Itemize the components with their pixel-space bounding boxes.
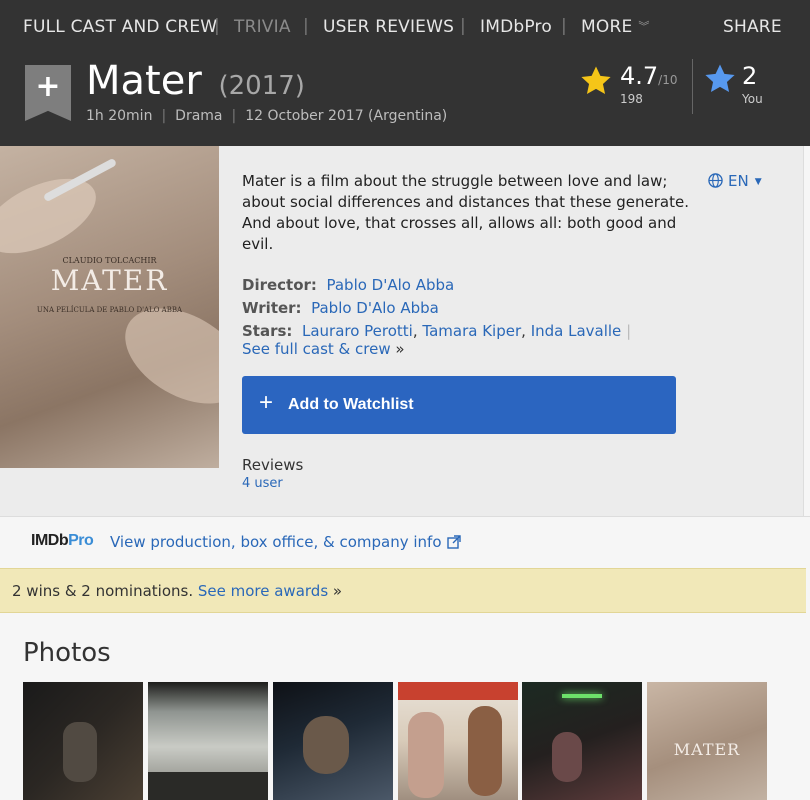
- plus-icon: +: [259, 389, 274, 416]
- add-to-watchlist-ribbon[interactable]: +: [25, 65, 71, 121]
- globe-icon: [708, 173, 723, 188]
- photo-thumbnail[interactable]: [148, 682, 268, 800]
- star-link[interactable]: Tamara Kiper: [422, 322, 521, 340]
- raquo-icon: »: [332, 582, 343, 600]
- add-to-watchlist-button[interactable]: + Add to Watchlist: [242, 376, 676, 434]
- logo-pro: Pro: [68, 532, 94, 549]
- title-bar: + Mater (2017) 1h 20min | Drama | 12 October…: [0, 54, 810, 146]
- your-rating-value: 2: [742, 62, 758, 90]
- nav-separator: |: [303, 16, 309, 36]
- photos-heading: Photos: [23, 638, 111, 668]
- awards-bar: 2 wins & 2 nominations. See more awards …: [0, 568, 806, 613]
- page-title: Mater (2017): [86, 58, 305, 104]
- imdbpro-logo: IMDbPro: [31, 532, 94, 550]
- rating-count: 198: [620, 92, 643, 106]
- your-star-icon: [705, 64, 735, 93]
- director-row: Director: Pablo D'Alo Abba: [242, 274, 672, 297]
- photo-thumbnail[interactable]: [23, 682, 143, 800]
- nav-separator: |: [561, 16, 567, 36]
- full-cast-link[interactable]: See full cast & crew: [242, 340, 391, 358]
- external-link-icon: [446, 535, 461, 549]
- credits: Director: Pablo D'Alo Abba Writer: Pablo…: [242, 274, 672, 361]
- nav-full-cast[interactable]: FULL CAST AND CREW: [23, 17, 217, 37]
- director-label: Director:: [242, 276, 317, 294]
- rating-divider: [692, 59, 693, 114]
- share-button[interactable]: SHARE: [723, 17, 782, 37]
- plot-summary: Mater is a film about the struggle betwe…: [242, 172, 689, 253]
- poster-art-hand: [0, 163, 108, 269]
- writer-label: Writer:: [242, 299, 302, 317]
- movie-title: Mater: [86, 58, 202, 104]
- runtime: 1h 20min: [86, 108, 153, 124]
- nav-imdbpro[interactable]: IMDbPro: [480, 17, 552, 37]
- imdbpro-link[interactable]: View production, box office, & company i…: [110, 533, 461, 551]
- see-more-awards-link[interactable]: See more awards: [198, 582, 328, 600]
- movie-poster[interactable]: CLAUDIO TOLCACHIR MATER UNA PELÍCULA DE …: [0, 146, 219, 468]
- nav-separator: |: [214, 16, 220, 36]
- nav-more-label: MORE: [581, 17, 633, 37]
- rating-value: 4.7/10: [620, 62, 677, 90]
- nav-user-reviews[interactable]: USER REVIEWS: [323, 17, 454, 37]
- awards-text: 2 wins & 2 nominations. See more awards …: [12, 582, 342, 600]
- language-selector[interactable]: EN ▼: [708, 172, 762, 190]
- user-reviews-link[interactable]: 4 user: [242, 476, 303, 491]
- poster-title: MATER: [50, 264, 169, 297]
- nav-more[interactable]: MORE ︾: [581, 17, 650, 37]
- writer-row: Writer: Pablo D'Alo Abba: [242, 297, 672, 320]
- release-date-link[interactable]: 12 October 2017 (Argentina): [245, 108, 447, 124]
- director-link[interactable]: Pablo D'Alo Abba: [326, 276, 454, 294]
- awards-summary: 2 wins & 2 nominations.: [12, 582, 194, 600]
- star-icon: [581, 66, 611, 95]
- rating-number: 4.7: [620, 62, 659, 90]
- nav-separator: |: [460, 16, 466, 36]
- imdbpro-link-label: View production, box office, & company i…: [110, 533, 442, 551]
- star-link[interactable]: Inda Lavalle: [531, 322, 622, 340]
- plus-icon: +: [35, 69, 61, 104]
- your-rating-label: You: [742, 92, 763, 106]
- language-code: EN: [728, 172, 749, 190]
- reviews-block: Reviews 4 user: [242, 456, 303, 491]
- writer-link[interactable]: Pablo D'Alo Abba: [311, 299, 439, 317]
- nav-trivia[interactable]: TRIVIA: [234, 17, 291, 37]
- overview-section: CLAUDIO TOLCACHIR MATER UNA PELÍCULA DE …: [0, 146, 804, 516]
- your-rating[interactable]: 2 You: [703, 62, 763, 106]
- imdbpro-strip: IMDbPro View production, box office, & c…: [0, 516, 810, 568]
- rating-max: /10: [658, 73, 678, 87]
- genre-link[interactable]: Drama: [175, 108, 222, 124]
- photo-thumbnail[interactable]: [398, 682, 518, 800]
- photo-thumbnail[interactable]: MATER: [647, 682, 767, 800]
- poster-subtitle: UNA PELÍCULA DE PABLO D'ALO ABBA: [36, 306, 183, 314]
- photo-thumbnail[interactable]: [522, 682, 642, 800]
- movie-year[interactable]: (2017): [218, 71, 304, 101]
- caret-down-icon: ▼: [754, 177, 762, 187]
- title-subtext: 1h 20min | Drama | 12 October 2017 (Argentin…: [86, 108, 448, 124]
- photo-thumbnail[interactable]: [273, 682, 393, 800]
- photos-section: Photos MATER: [0, 613, 810, 800]
- logo-imdb: IMDb: [31, 532, 69, 549]
- reviews-heading: Reviews: [242, 456, 304, 474]
- watchlist-label: Add to Watchlist: [288, 396, 414, 413]
- thumb-poster-title: MATER: [673, 740, 741, 759]
- chevron-down-icon: ︾: [638, 20, 650, 33]
- top-nav: FULL CAST AND CREW | TRIVIA | USER REVIE…: [0, 0, 810, 54]
